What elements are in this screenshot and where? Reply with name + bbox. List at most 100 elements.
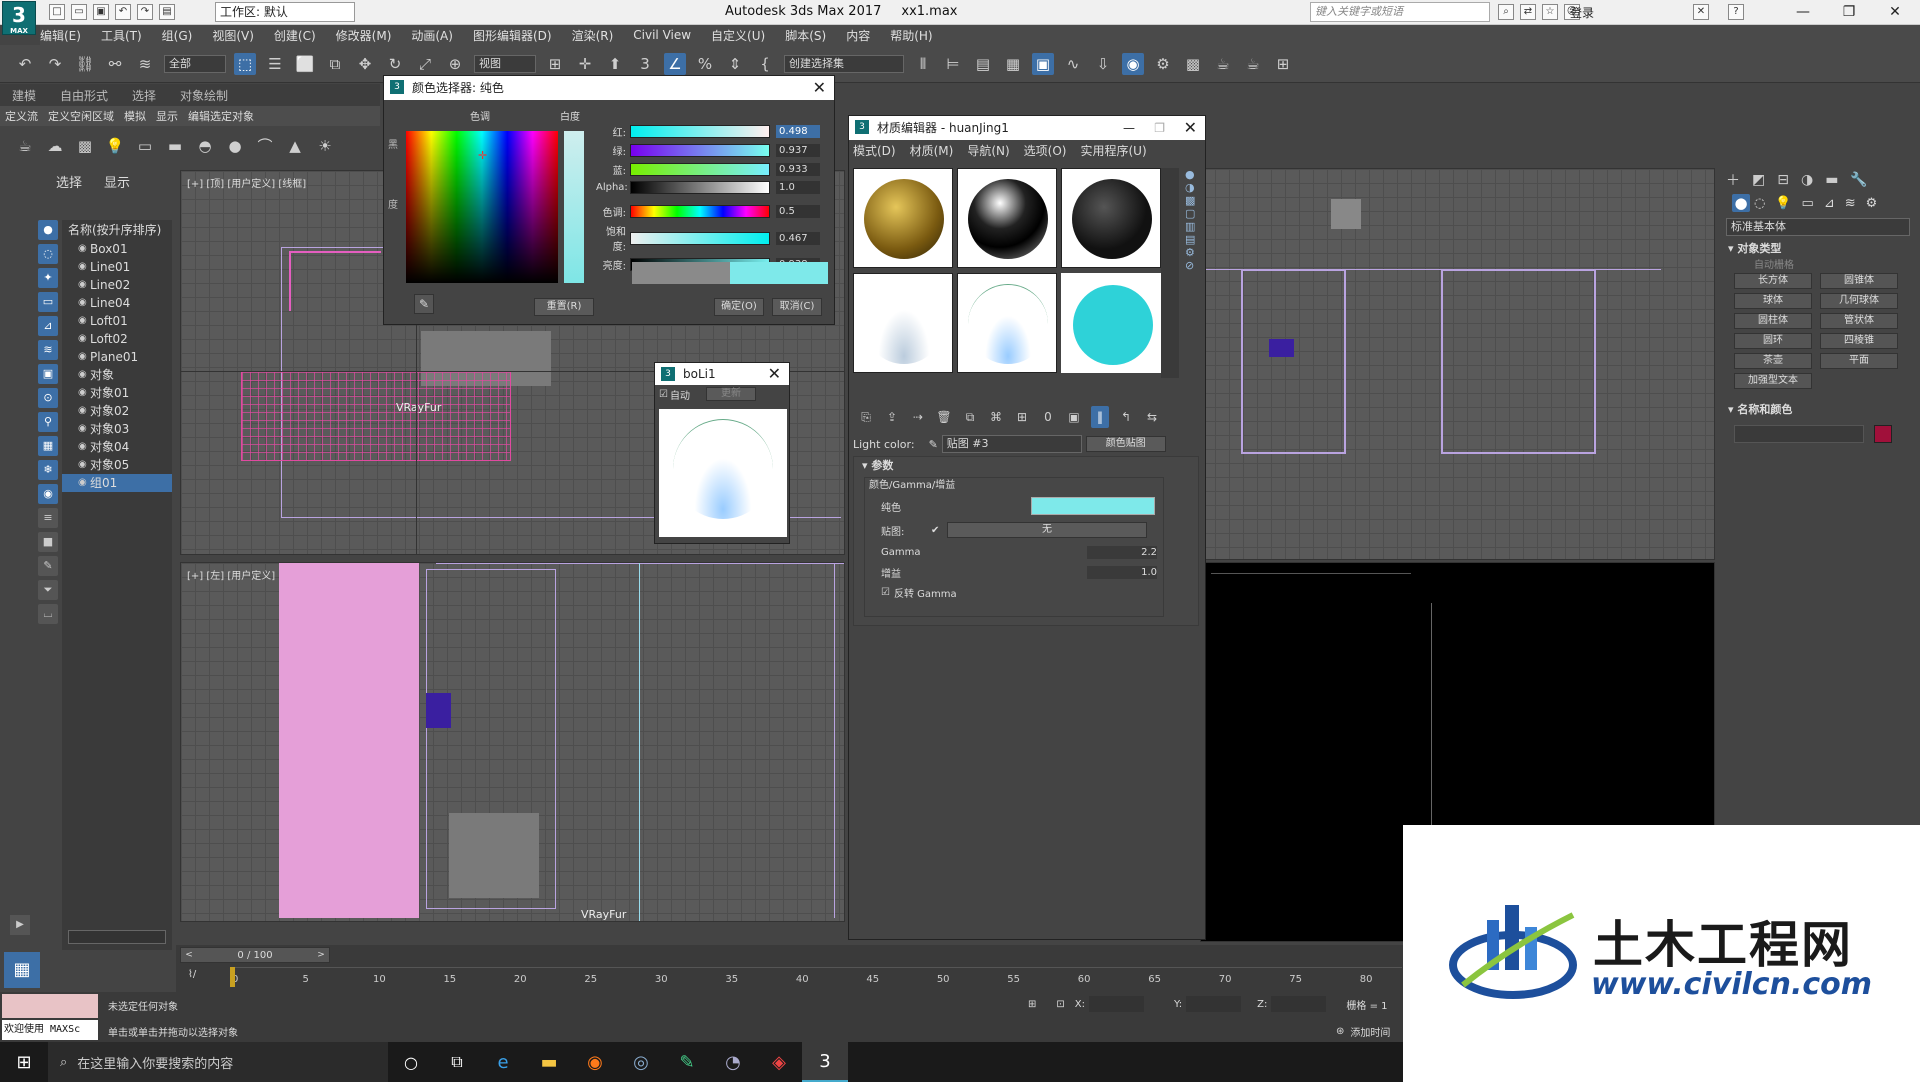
eye-icon[interactable]: ◉: [78, 258, 87, 276]
edge-icon[interactable]: e: [480, 1052, 526, 1073]
torus-button[interactable]: 圆环: [1734, 333, 1812, 349]
scene-explorer-icon[interactable]: ▣: [1032, 52, 1054, 75]
whiteness-bar[interactable]: [564, 131, 584, 283]
modify-tab-icon[interactable]: ◩: [1752, 172, 1765, 188]
menu-views[interactable]: 视图(V): [212, 27, 254, 44]
ribbon-sub-define-flow[interactable]: 定义流: [5, 108, 38, 124]
hue-value[interactable]: 0.5: [776, 205, 820, 218]
sphere-button[interactable]: 球体: [1734, 293, 1812, 309]
scene-item[interactable]: ◉ Line02: [62, 276, 172, 294]
exchange-icon[interactable]: ⇄: [1520, 4, 1536, 20]
auto-grid-checkbox[interactable]: 自动栅格: [1720, 256, 1920, 271]
firefox-icon[interactable]: ◉: [572, 1052, 618, 1073]
light-filter-icon[interactable]: ✦: [38, 268, 58, 288]
ribbon-sub-display[interactable]: 显示: [156, 108, 178, 124]
cameras-icon[interactable]: ▭: [1802, 196, 1814, 211]
hue-slider[interactable]: [630, 205, 770, 218]
eye-icon[interactable]: ◉: [78, 348, 87, 366]
project-icon[interactable]: ▤: [159, 4, 175, 20]
box-icon[interactable]: ▬: [164, 135, 186, 157]
update-button[interactable]: 更新: [705, 387, 756, 401]
eye-icon[interactable]: ◉: [78, 438, 87, 456]
new-file-icon[interactable]: □: [49, 4, 65, 20]
map-none-button[interactable]: 无: [947, 522, 1147, 538]
box-display-icon[interactable]: ■: [38, 532, 58, 552]
eye-icon[interactable]: ◉: [78, 294, 87, 312]
sun-icon[interactable]: ☀: [314, 135, 336, 157]
pivot-icon[interactable]: ⊞: [544, 53, 566, 75]
app-icon[interactable]: ◈: [756, 1052, 802, 1073]
plane-button[interactable]: 平面: [1820, 353, 1898, 369]
y-coordinate-field[interactable]: [1186, 996, 1242, 1012]
percent-snap-icon[interactable]: %: [694, 53, 716, 75]
menu-animation[interactable]: 动画(A): [411, 27, 453, 44]
saturation-slider[interactable]: [630, 231, 770, 245]
file-explorer-icon[interactable]: ▬: [526, 1052, 572, 1073]
sample-slot[interactable]: [853, 273, 953, 373]
make-unique-icon[interactable]: ⌘: [987, 406, 1005, 428]
login-link[interactable]: 登录: [1570, 4, 1594, 21]
group-filter-icon[interactable]: ▣: [38, 364, 58, 384]
eyedropper-icon[interactable]: ✎: [929, 438, 938, 451]
scene-item[interactable]: ◉ 组01: [62, 474, 172, 492]
minimize-icon[interactable]: —: [1123, 116, 1135, 140]
alpha-slider[interactable]: [630, 181, 770, 194]
gain-spinner[interactable]: 1.0: [1087, 565, 1157, 579]
make-preview-icon[interactable]: ▤: [1185, 233, 1203, 246]
rotate-icon[interactable]: ↻: [384, 53, 406, 75]
eyedropper-icon[interactable]: ✎: [414, 294, 434, 314]
menu-mode[interactable]: 模式(D): [853, 142, 896, 159]
menu-options[interactable]: 选项(O): [1024, 142, 1067, 159]
rendered-frame-icon[interactable]: ▩: [1182, 53, 1204, 75]
select-by-name-icon[interactable]: ☰: [264, 53, 286, 75]
place-icon[interactable]: ⊕: [444, 53, 466, 75]
prev-frame-icon[interactable]: <: [181, 950, 197, 960]
box-button[interactable]: 长方体: [1734, 273, 1812, 289]
list-icon[interactable]: ≡: [38, 508, 58, 528]
green-slider[interactable]: [630, 144, 770, 157]
ribbon-sub-simulate[interactable]: 模拟: [124, 108, 146, 124]
rect-selection-icon[interactable]: ⬜: [294, 53, 316, 75]
eye-icon[interactable]: ◉: [78, 330, 87, 348]
ribbon-tab-object-paint[interactable]: 对象绘制: [180, 87, 228, 104]
systems-icon[interactable]: ⚙: [1866, 196, 1878, 211]
text-plus-button[interactable]: 加强型文本: [1734, 373, 1812, 389]
auto-checkbox[interactable]: ☑: [659, 389, 668, 400]
expand-panel-icon[interactable]: ▶: [10, 915, 30, 935]
uv-tiling-icon[interactable]: ▢: [1185, 207, 1203, 220]
close-icon[interactable]: ✕: [1184, 116, 1197, 140]
binoculars-icon[interactable]: ⌕: [1498, 4, 1514, 20]
select-object-icon[interactable]: ⬚: [234, 52, 256, 75]
map-checkbox[interactable]: ✔: [931, 525, 947, 536]
red-value[interactable]: 0.498: [776, 125, 820, 138]
image-icon[interactable]: ▩: [74, 135, 96, 157]
camera-icon[interactable]: ▭: [134, 135, 156, 157]
welcome-label[interactable]: 欢迎使用 MAXSc: [2, 1020, 98, 1040]
close-icon[interactable]: ✕: [768, 363, 781, 385]
reset-button[interactable]: 重置(R): [534, 298, 594, 316]
open-file-icon[interactable]: ▭: [71, 4, 87, 20]
viewport-layout-icon[interactable]: ▦: [4, 952, 40, 988]
redo-icon[interactable]: ↷: [137, 4, 153, 20]
filter-icon[interactable]: ⏷: [38, 580, 58, 600]
unlink-icon[interactable]: ⚯: [104, 53, 126, 75]
bind-space-warp-icon[interactable]: ≋: [134, 53, 156, 75]
shape-filter-icon[interactable]: ◌: [38, 244, 58, 264]
angle-snap-icon[interactable]: ∠: [664, 52, 686, 75]
3dsmax-taskbar-icon[interactable]: 3: [802, 1042, 848, 1082]
display-toggle-icon[interactable]: ◉: [38, 484, 58, 504]
sample-slot[interactable]: [853, 168, 953, 268]
close-icon[interactable]: ✕: [813, 76, 826, 100]
eye-icon[interactable]: ◉: [78, 456, 87, 474]
ribbon-toggle-icon[interactable]: ▦: [1002, 53, 1024, 75]
time-slider[interactable]: < 0 / 100 >: [180, 947, 330, 963]
create-tab-icon[interactable]: ＋: [1726, 170, 1740, 190]
maxscript-listener[interactable]: [2, 994, 98, 1018]
sample-type-icon[interactable]: ●: [1185, 168, 1203, 181]
scene-item[interactable]: ◉ Box01: [62, 240, 172, 258]
object-type-header[interactable]: ▾ 对象类型: [1720, 240, 1920, 256]
saturation-value[interactable]: 0.467: [776, 231, 820, 245]
material-editor-icon[interactable]: ◉: [1122, 52, 1144, 75]
eye-icon[interactable]: ◉: [78, 276, 87, 294]
copy-material-icon[interactable]: ⧉: [961, 406, 979, 428]
